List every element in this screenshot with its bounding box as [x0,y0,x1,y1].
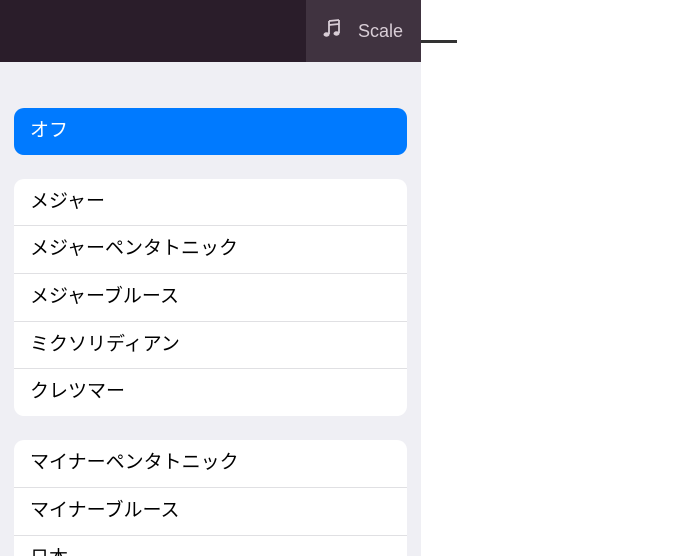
scale-option-label: マイナーブルース [30,500,180,521]
scale-option-minor-pentatonic[interactable]: マイナーペンタトニック [14,440,407,488]
scale-menu: オフ メジャー メジャーペンタトニック メジャーブルース ミクソリディアン クレ… [0,62,421,556]
scale-option-label: メジャーブルース [30,286,179,307]
scale-option-japanese[interactable]: 日本 [14,536,407,556]
scale-option-major[interactable]: メジャー [14,179,407,227]
scale-button[interactable]: Scale [306,0,421,62]
app-frame: Scale オフ メジャー メジャーペンタトニック メジャーブルース [0,0,421,556]
callout-line [421,40,457,43]
scale-option-label: 日本 [30,548,68,556]
scale-group-minor: マイナーペンタトニック マイナーブルース 日本 [14,440,407,556]
scale-option-mixolydian[interactable]: ミクソリディアン [14,322,407,370]
scale-option-label: メジャー [30,191,105,212]
scale-option-major-pentatonic[interactable]: メジャーペンタトニック [14,226,407,274]
top-bar: Scale [0,0,421,62]
scale-option-major-blues[interactable]: メジャーブルース [14,274,407,322]
scale-option-off[interactable]: オフ [14,108,407,155]
scale-option-label: オフ [30,120,68,141]
scale-button-label: Scale [358,21,403,42]
scale-option-label: クレツマー [30,381,125,402]
scale-option-minor-blues[interactable]: マイナーブルース [14,488,407,536]
scale-option-label: ミクソリディアン [30,334,180,355]
scale-option-klezmer[interactable]: クレツマー [14,369,407,416]
scale-option-label: マイナーペンタトニック [30,452,239,473]
scale-group-off: オフ [14,108,407,155]
music-notes-icon [320,15,348,48]
scale-option-label: メジャーペンタトニック [30,238,238,259]
scale-group-major: メジャー メジャーペンタトニック メジャーブルース ミクソリディアン クレツマー [14,179,407,416]
